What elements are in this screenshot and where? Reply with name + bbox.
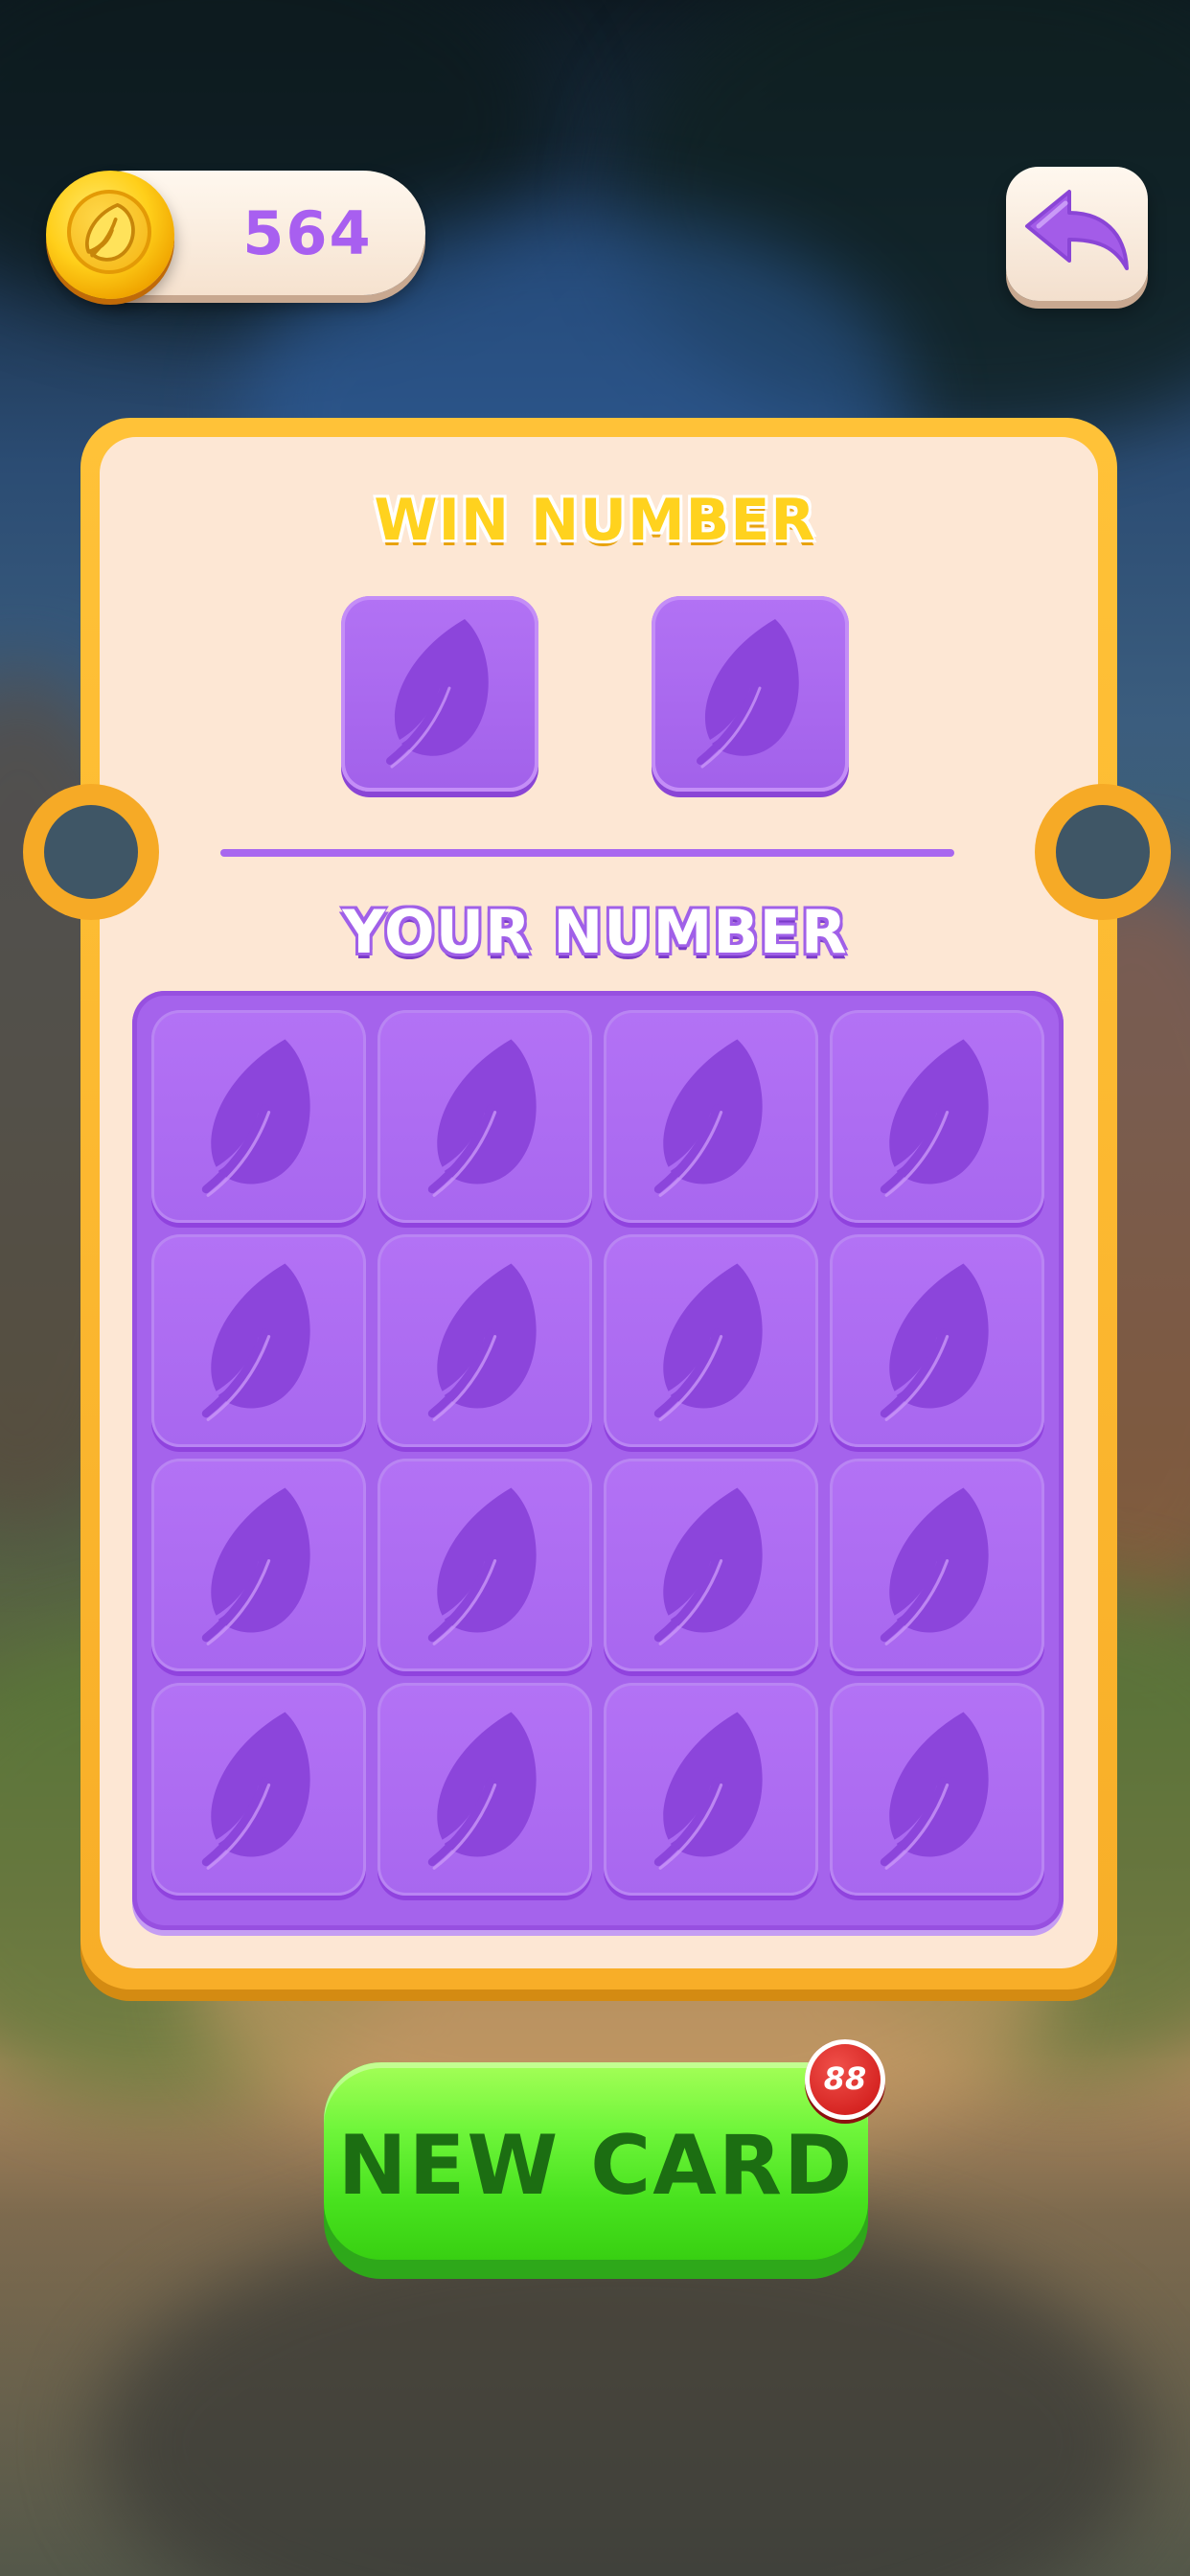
leaf-icon [386,619,489,769]
leaf-icon [880,1263,989,1421]
leaf-icon [427,1039,537,1197]
scratch-cell[interactable] [151,1010,366,1223]
leaf-icon [201,1263,310,1421]
leaf-icon [427,1487,537,1645]
scratch-cell[interactable] [604,1459,818,1671]
scratch-grid [132,991,1064,1930]
leaf-icon [427,1712,537,1870]
scratch-cell[interactable] [378,1683,592,1896]
leaf-icon [653,1263,763,1421]
scratch-cell[interactable] [830,1683,1044,1896]
scratch-cell[interactable] [378,1234,592,1447]
ticket-divider [220,849,954,857]
leaf-icon [653,1039,763,1197]
back-button[interactable] [1006,167,1148,301]
leaf-icon [653,1712,763,1870]
new-card-count-badge: 88 [805,2039,885,2120]
new-card-button[interactable]: NEW CARD [324,2062,868,2279]
scratch-cell[interactable] [830,1234,1044,1447]
leaf-icon [653,1487,763,1645]
back-arrow-icon [1025,190,1129,270]
leaf-icon [427,1263,537,1421]
leaf-icon [880,1487,989,1645]
scratch-cell[interactable] [604,1683,818,1896]
scratch-cell[interactable] [604,1010,818,1223]
leaf-icon [880,1039,989,1197]
scratch-cell[interactable] [378,1010,592,1223]
scratch-cell[interactable] [830,1459,1044,1671]
win-number-tile [652,596,849,792]
leaf-icon [201,1487,310,1645]
badge-count: 88 [823,2060,867,2097]
scratch-cell[interactable] [378,1459,592,1671]
scratch-cell[interactable] [830,1010,1044,1223]
scratch-cell[interactable] [151,1683,366,1896]
your-number-title: YOUR NUMBER [342,897,848,967]
win-number-title: WIN NUMBER [374,487,816,554]
coin-count: 564 [242,197,373,268]
leaf-icon [697,619,799,769]
gold-leaf-coin-icon [46,171,174,299]
leaf-icon [201,1712,310,1870]
win-number-tile [341,596,538,792]
scratch-cell[interactable] [151,1459,366,1671]
new-card-label: NEW CARD [337,2118,855,2214]
scratch-cell[interactable] [604,1234,818,1447]
leaf-icon [201,1039,310,1197]
scratch-cell[interactable] [151,1234,366,1447]
leaf-icon [880,1712,989,1870]
